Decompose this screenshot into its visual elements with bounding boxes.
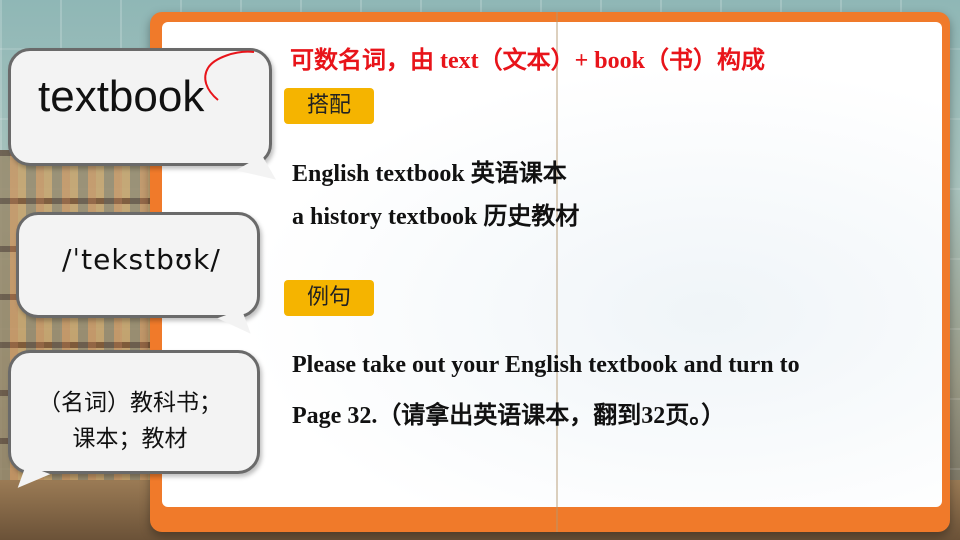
collocation-item-1: English textbook 英语课本: [292, 161, 567, 187]
etymology-note: 可数名词，由 text（文本）+ book（书）构成: [290, 48, 766, 74]
example-sentence-line-1: Please take out your English textbook an…: [292, 352, 800, 378]
slide-board-content: [162, 22, 942, 507]
example-sentence-line-2: Page 32.（请拿出英语课本，翻到32页。）: [292, 403, 726, 429]
board-fold-line: [556, 12, 558, 532]
meaning-line-2: 课本；教材: [72, 426, 188, 452]
collocation-tag: 搭配: [284, 88, 374, 124]
collocation-item-2: a history textbook 历史教材: [292, 204, 580, 230]
word-meaning: （名词）教科书； 课本；教材: [10, 385, 250, 457]
meaning-line-1: （名词）教科书；: [38, 390, 222, 416]
example-tag: 例句: [284, 280, 374, 316]
annotation-pointer-icon: [204, 50, 255, 101]
phonetic-transcription: /ˈtekstbʊk/: [62, 243, 221, 276]
